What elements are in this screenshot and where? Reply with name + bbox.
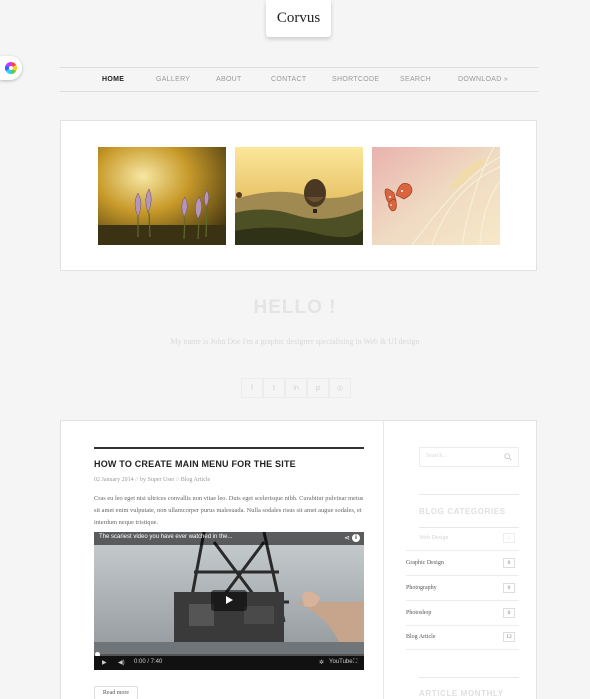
site-logo[interactable]: Corvus — [266, 0, 331, 37]
video-time: 0:00 / 7:40 — [134, 659, 163, 665]
play-button[interactable] — [211, 590, 247, 611]
category-name: Photography — [406, 585, 437, 591]
post-title[interactable]: HOW TO CREATE MAIN MENU FOR THE SITE — [94, 459, 296, 469]
social-links: f t in p ◎ — [241, 378, 351, 398]
category-count: 1 — [503, 533, 515, 543]
monthly-rule — [419, 677, 519, 678]
hero-intro: My name is John Doe I'm a graphic design… — [170, 337, 420, 346]
category-name: Graphic Design — [406, 560, 444, 566]
pinterest-icon[interactable]: p — [307, 378, 329, 398]
slide-hot-air-balloon[interactable] — [235, 147, 363, 245]
sidebar-divider — [383, 421, 384, 699]
category-item[interactable]: Photoshop 0 — [406, 602, 519, 626]
main-nav: HOME GALLERY ABOUT CONTACT SHORTCODE SEA… — [60, 67, 538, 92]
crocus-flowers-image — [98, 147, 226, 245]
category-count: 0 — [503, 608, 515, 618]
category-item[interactable]: Blog Article 12 — [406, 626, 519, 650]
category-name: Web Design — [419, 535, 449, 541]
video-title[interactable]: The scariest video you have ever watched… — [99, 534, 232, 540]
fullscreen-icon[interactable]: ⛶ — [353, 659, 357, 666]
butterfly-image — [372, 147, 500, 245]
category-count: 12 — [503, 632, 515, 642]
post-date: 02 January 2014 — [94, 477, 134, 483]
read-more-button[interactable]: Read more — [94, 686, 138, 699]
categories-heading: BLOG CATEGORIES — [419, 507, 506, 516]
slide-crocus-flowers[interactable] — [98, 147, 226, 245]
search-input[interactable]: Search... — [426, 453, 447, 459]
category-count: 0 — [503, 558, 515, 568]
info-icon[interactable]: i — [352, 534, 360, 542]
settings-icon[interactable]: ✲ — [319, 659, 324, 666]
post-excerpt: Cras eu leo eget nisi ultrices convallis… — [94, 495, 364, 526]
post-author[interactable]: by Super User — [140, 477, 174, 483]
nav-item-download[interactable]: DOWNLOAD » — [458, 68, 508, 91]
search-icon[interactable] — [504, 453, 512, 461]
nav-item-gallery[interactable]: GALLERY — [156, 68, 190, 91]
video-controls: ▶ ◀) 0:00 / 7:40 ✲ YouTube ⛶ — [94, 656, 364, 670]
nav-item-contact[interactable]: CONTACT — [271, 68, 306, 91]
content-panel: HOW TO CREATE MAIN MENU FOR THE SITE 02 … — [60, 420, 537, 699]
category-item[interactable]: Graphic Design 0 — [406, 552, 519, 576]
monthly-heading: ARTICLE MONTHLY — [419, 689, 504, 698]
logo-text: Corvus — [276, 10, 321, 26]
twitter-icon[interactable]: t — [263, 378, 285, 398]
category-item[interactable]: Web Design 1 — [406, 527, 519, 551]
play-icon[interactable]: ▶ — [102, 659, 107, 666]
color-wheel-icon — [5, 62, 17, 74]
category-name: Blog Article — [406, 634, 436, 640]
image-gallery-slider — [60, 120, 537, 271]
volume-icon[interactable]: ◀) — [118, 659, 125, 666]
post-top-rule — [94, 447, 364, 449]
nav-item-home[interactable]: HOME — [102, 68, 124, 91]
post-category[interactable]: Blog Article — [181, 477, 211, 483]
facebook-icon[interactable]: f — [241, 378, 263, 398]
nav-item-search[interactable]: SEARCH — [400, 68, 431, 91]
categories-rule — [419, 494, 519, 495]
category-count: 0 — [503, 583, 515, 593]
color-switcher-button[interactable] — [0, 56, 22, 80]
nav-item-about[interactable]: ABOUT — [216, 68, 242, 91]
nav-item-shortcode[interactable]: SHORTCODE — [332, 68, 379, 91]
post-meta: 02 January 2014 // by Super User // Blog… — [94, 477, 211, 483]
video-player[interactable]: The scariest video you have ever watched… — [94, 532, 364, 670]
sidebar-search[interactable]: Search... — [419, 447, 519, 467]
youtube-logo[interactable]: YouTube — [329, 659, 353, 665]
slide-butterfly-on-wheat[interactable] — [372, 147, 500, 245]
hero-heading: HELLO ! — [253, 297, 337, 318]
dribbble-icon[interactable]: ◎ — [329, 378, 351, 398]
share-icon[interactable]: ⋖ — [344, 534, 350, 542]
linkedin-icon[interactable]: in — [285, 378, 307, 398]
balloon-image — [235, 147, 363, 245]
category-item[interactable]: Photography 0 — [406, 577, 519, 601]
category-name: Photoshop — [406, 610, 432, 616]
